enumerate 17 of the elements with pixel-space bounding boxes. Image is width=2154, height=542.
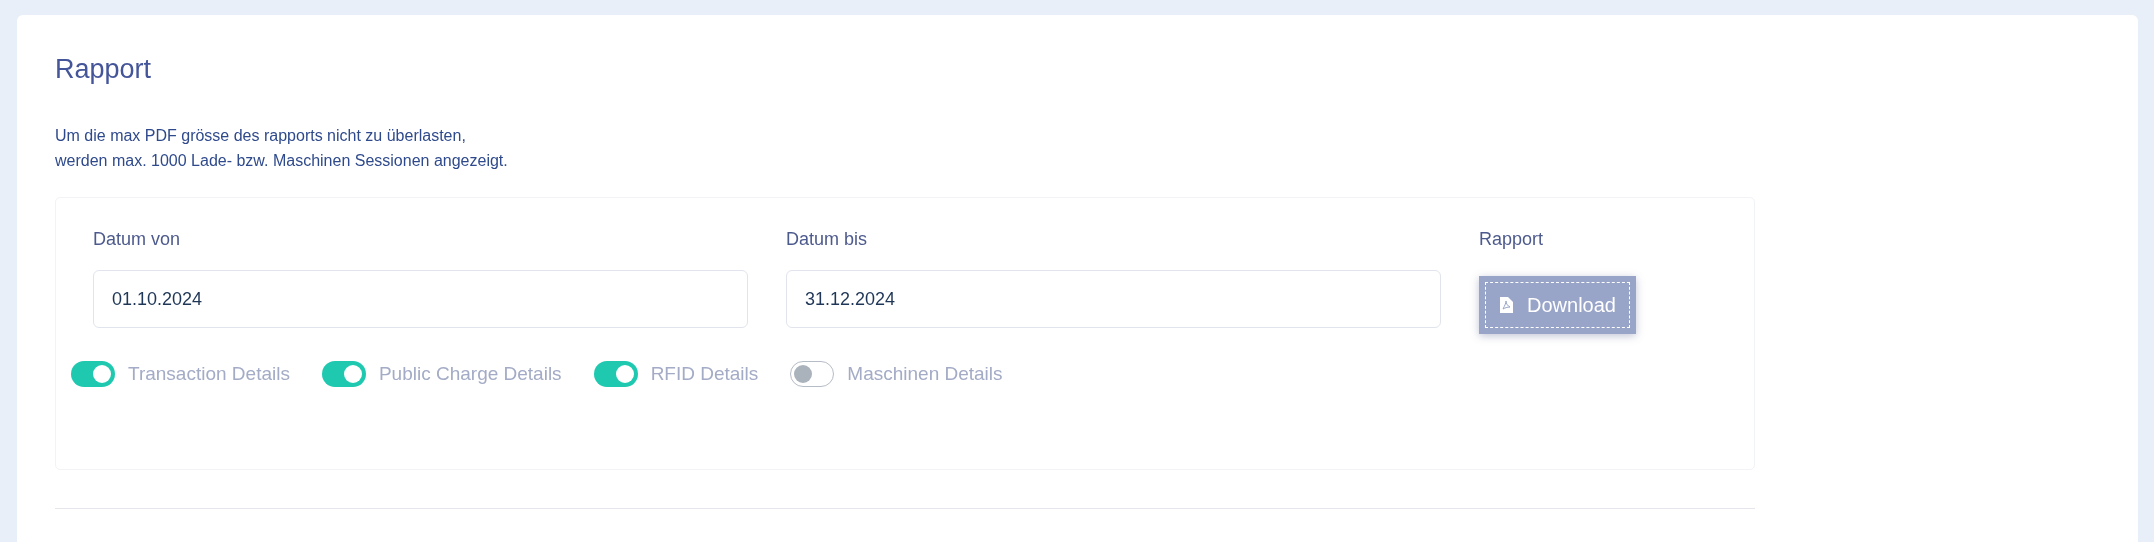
date-input[interactable]: 01.10.2024 <box>93 270 748 328</box>
pdf-file-icon <box>1499 297 1513 313</box>
description-text: Um die max PDF grösse des rapports nicht zu überlasten, <box>55 126 467 146</box>
toggle-label: Transaction Details <box>128 363 290 385</box>
date-input[interactable]: 31.12.2024 <box>786 270 1441 328</box>
toggle-switch[interactable] <box>71 361 115 387</box>
toggle-label: Maschinen Details <box>847 363 1003 385</box>
toggle-label: RFID Details <box>650 363 759 385</box>
field-label: Datum bis <box>786 228 869 250</box>
toggle-label: Public Charge Details <box>378 363 562 385</box>
toggle-switch[interactable] <box>790 361 835 387</box>
description-text: werden max. 1000 Lade- bzw. Maschinen Sessionen angezeigt. <box>55 151 509 171</box>
page-title: Rapport <box>55 53 153 85</box>
field-label: Datum von <box>93 228 182 250</box>
toggle-switch[interactable] <box>321 361 366 387</box>
field-label: Rapport <box>1479 228 1544 250</box>
toggle-switch[interactable] <box>593 361 638 387</box>
